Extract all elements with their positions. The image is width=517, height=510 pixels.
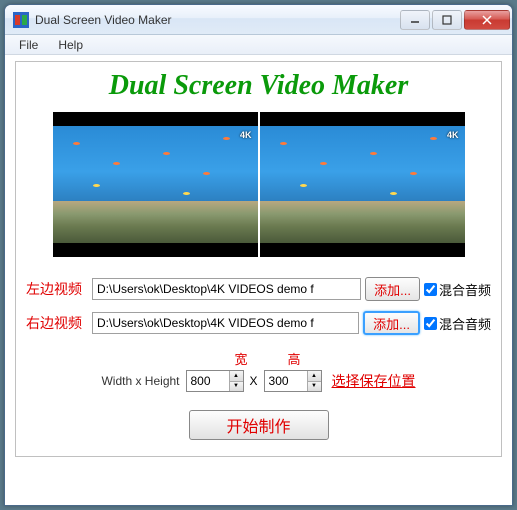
close-button[interactable] bbox=[464, 10, 510, 30]
dims-caption: Width x Height bbox=[101, 374, 179, 388]
right-mix-label: 混合音频 bbox=[439, 314, 491, 333]
left-mix-checkbox[interactable] bbox=[424, 283, 437, 296]
right-video-row: 右边视频 添加... 混合音频 bbox=[26, 311, 491, 335]
preview-left: 4K bbox=[53, 112, 258, 257]
preview-right: 4K bbox=[260, 112, 465, 257]
x-separator: X bbox=[250, 374, 258, 388]
height-up[interactable]: ▲ bbox=[308, 371, 321, 382]
preview-row: 4K 4K bbox=[26, 112, 491, 257]
height-header: 高 bbox=[288, 349, 301, 368]
width-spinner[interactable]: ▲ ▼ bbox=[186, 370, 244, 392]
right-add-button[interactable]: 添加... bbox=[363, 311, 420, 335]
menu-help[interactable]: Help bbox=[48, 37, 93, 53]
watermark: UEBUG bbox=[430, 481, 507, 504]
left-video-label: 左边视频 bbox=[26, 279, 88, 299]
right-video-path[interactable] bbox=[92, 312, 359, 334]
height-input[interactable] bbox=[265, 371, 307, 391]
menubar: File Help bbox=[5, 35, 512, 55]
preview-badge: 4K bbox=[447, 130, 459, 140]
choose-save-location[interactable]: 选择保存位置 bbox=[332, 371, 416, 391]
width-input[interactable] bbox=[187, 371, 229, 391]
right-mix-checkbox[interactable] bbox=[424, 317, 437, 330]
app-window: Dual Screen Video Maker File Help Dual S… bbox=[4, 4, 513, 506]
width-up[interactable]: ▲ bbox=[230, 371, 243, 382]
menu-file[interactable]: File bbox=[9, 37, 48, 53]
window-controls bbox=[400, 10, 510, 30]
left-mix-label: 混合音频 bbox=[439, 280, 491, 299]
start-button[interactable]: 开始制作 bbox=[189, 410, 329, 440]
window-title: Dual Screen Video Maker bbox=[35, 13, 400, 27]
minimize-button[interactable] bbox=[400, 10, 430, 30]
height-down[interactable]: ▼ bbox=[308, 382, 321, 392]
height-spinner[interactable]: ▲ ▼ bbox=[264, 370, 322, 392]
preview-badge: 4K bbox=[240, 130, 252, 140]
left-mix-audio[interactable]: 混合音频 bbox=[424, 280, 491, 299]
right-video-label: 右边视频 bbox=[26, 313, 88, 333]
app-icon bbox=[13, 12, 29, 28]
left-add-button[interactable]: 添加... bbox=[365, 277, 420, 301]
app-title: Dual Screen Video Maker bbox=[26, 70, 491, 102]
left-video-path[interactable] bbox=[92, 278, 361, 300]
dimensions-block: 宽 高 Width x Height ▲ ▼ X bbox=[26, 349, 491, 392]
client-area: Dual Screen Video Maker 4K bbox=[5, 55, 512, 467]
left-video-row: 左边视频 添加... 混合音频 bbox=[26, 277, 491, 301]
right-mix-audio[interactable]: 混合音频 bbox=[424, 314, 491, 333]
width-header: 宽 bbox=[234, 349, 247, 368]
main-panel: Dual Screen Video Maker 4K bbox=[15, 61, 502, 457]
width-down[interactable]: ▼ bbox=[230, 382, 243, 392]
titlebar: Dual Screen Video Maker bbox=[5, 5, 512, 35]
maximize-button[interactable] bbox=[432, 10, 462, 30]
